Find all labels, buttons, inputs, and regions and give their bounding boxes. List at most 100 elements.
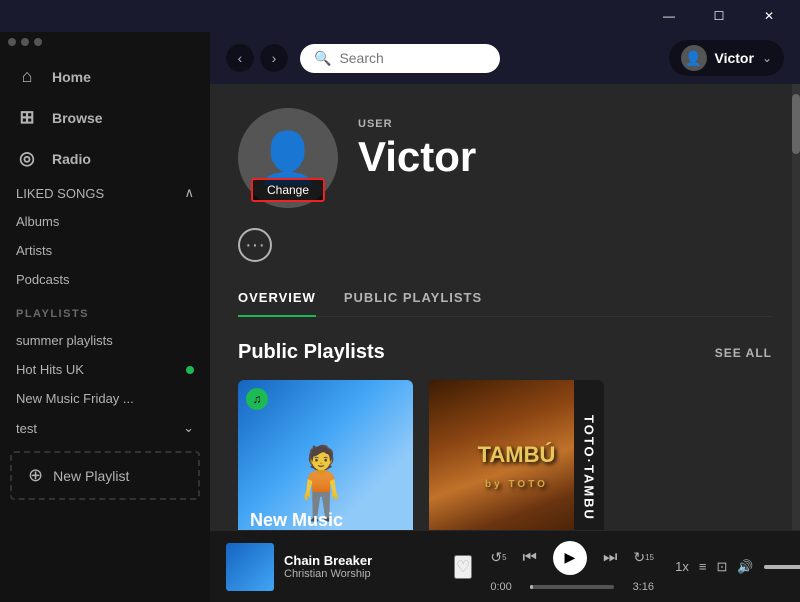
nav-radio-label: Radio xyxy=(52,151,91,167)
playlist-test-label: test xyxy=(16,421,37,436)
liked-songs-label: LIKED SONGS xyxy=(16,186,104,201)
card-bg-1: ♫ 🧍 New Music FRIDAY xyxy=(238,380,413,530)
card-side-text: TOTO·TAMBU xyxy=(574,380,604,530)
card-title-1: New Music xyxy=(250,511,401,530)
player-right-controls: 1x ≡ ⊡ 🔊 ⤢ xyxy=(664,559,800,575)
volume-fill xyxy=(764,565,800,569)
content-area: 👤 Change USER Victor ··· OVERVIEW PUBLIC… xyxy=(210,84,800,530)
card-image-2: TAMBÚby TOTO TOTO·TAMBU xyxy=(429,380,604,530)
profile-section: 👤 Change USER Victor xyxy=(238,108,772,208)
nav-arrows: ‹ › xyxy=(226,44,288,72)
change-photo-button[interactable]: Change xyxy=(251,178,325,202)
nav-browse[interactable]: ⊞ Browse xyxy=(0,97,210,138)
tabs: OVERVIEW PUBLIC PLAYLISTS xyxy=(238,280,772,317)
liked-songs-header[interactable]: LIKED SONGS ∧ xyxy=(0,179,210,207)
back-button[interactable]: ‹ xyxy=(226,44,254,72)
volume-button[interactable]: 🔊 xyxy=(737,559,753,575)
public-playlists-header: Public Playlists SEE ALL xyxy=(238,341,772,364)
plus-icon: ⊕ xyxy=(28,465,43,486)
sidebar-item-podcasts[interactable]: Podcasts xyxy=(0,265,210,294)
control-buttons: ↺5 ⏮ ▶ ⏭ ↻15 xyxy=(490,541,654,575)
right-area: ‹ › 🔍 👤 Victor ⌄ 👤 xyxy=(210,32,800,602)
nav-home[interactable]: ⌂ Home xyxy=(0,56,210,97)
album-title-tambu: TAMBÚby TOTO xyxy=(478,443,556,491)
maximize-button[interactable]: ☐ xyxy=(696,0,742,32)
chevron-down-icon: ⌄ xyxy=(183,420,194,436)
player-track-info: Chain Breaker Christian Worship xyxy=(284,553,444,580)
playlist-hot-hits[interactable]: Hot Hits UK xyxy=(0,355,210,384)
nav-browse-label: Browse xyxy=(52,110,103,126)
nav-home-label: Home xyxy=(52,69,91,85)
progress-track[interactable] xyxy=(530,585,614,589)
scrollbar-thumb[interactable] xyxy=(792,94,800,154)
play-pause-button[interactable]: ▶ xyxy=(553,541,587,575)
search-icon: 🔍 xyxy=(314,50,331,67)
track-name: Chain Breaker xyxy=(284,553,444,568)
scrollbar-track[interactable] xyxy=(792,84,800,530)
sidebar-item-artists[interactable]: Artists xyxy=(0,236,210,265)
browse-icon: ⊞ xyxy=(16,107,38,128)
playlist-test[interactable]: test ⌄ xyxy=(0,413,210,443)
spotify-logo-icon: ♫ xyxy=(246,388,268,410)
previous-button[interactable]: ⏮ xyxy=(523,549,537,567)
playlist-summer-label: summer playlists xyxy=(16,333,113,348)
fast-forward-button[interactable]: ↻15 xyxy=(633,549,654,566)
new-playlist-button[interactable]: ⊕ New Playlist xyxy=(10,451,200,500)
new-playlist-label: New Playlist xyxy=(53,468,129,484)
window-controls: — ☐ ✕ xyxy=(646,0,792,32)
collapse-icon: ∧ xyxy=(184,185,194,201)
tab-public-playlists[interactable]: PUBLIC PLAYLISTS xyxy=(344,280,482,317)
user-type-label: USER xyxy=(358,118,476,130)
vertical-text-toto: TOTO·TAMBU xyxy=(582,415,597,521)
dot2 xyxy=(21,38,29,46)
username-label: Victor xyxy=(715,50,754,66)
devices-button[interactable]: ⊡ xyxy=(716,559,727,575)
track-artist[interactable]: Christian Worship xyxy=(284,568,444,580)
see-all-button[interactable]: SEE ALL xyxy=(715,346,772,360)
volume-track[interactable] xyxy=(764,565,800,569)
green-dot-icon xyxy=(186,366,194,374)
next-button[interactable]: ⏭ xyxy=(603,549,617,567)
progress-fill xyxy=(530,585,533,589)
playlist-cards: ♫ 🧍 New Music FRIDAY xyxy=(238,380,772,530)
tab-overview[interactable]: OVERVIEW xyxy=(238,280,316,317)
more-options-button[interactable]: ··· xyxy=(238,228,272,262)
user-chevron-icon: ⌄ xyxy=(762,51,772,65)
card-new-music-friday[interactable]: ♫ 🧍 New Music FRIDAY xyxy=(238,380,413,530)
playlist-summer[interactable]: summer playlists xyxy=(0,326,210,355)
player: Chain Breaker Christian Worship ♡ ↺5 ⏮ ▶… xyxy=(210,530,800,602)
sidebar: ⌂ Home ⊞ Browse ◎ Radio LIKED SONGS ∧ Al… xyxy=(0,32,210,602)
playlist-new-music-friday[interactable]: New Music Friday ... xyxy=(0,384,210,413)
time-total: 3:16 xyxy=(622,581,654,593)
radio-icon: ◎ xyxy=(16,148,38,169)
public-playlists-title: Public Playlists xyxy=(238,341,385,364)
nav-radio[interactable]: ◎ Radio xyxy=(0,138,210,179)
minimize-button[interactable]: — xyxy=(646,0,692,32)
card-image-1: ♫ 🧍 New Music FRIDAY xyxy=(238,380,413,530)
home-icon: ⌂ xyxy=(16,66,38,87)
profile-avatar-wrap: 👤 Change xyxy=(238,108,338,208)
topbar: ‹ › 🔍 👤 Victor ⌄ xyxy=(210,32,800,84)
card-tambu[interactable]: TAMBÚby TOTO TOTO·TAMBU xyxy=(429,380,604,530)
sidebar-item-albums[interactable]: Albums xyxy=(0,207,210,236)
avatar: 👤 xyxy=(681,45,707,71)
user-area[interactable]: 👤 Victor ⌄ xyxy=(669,40,785,76)
search-box[interactable]: 🔍 xyxy=(300,44,500,73)
sidebar-dots xyxy=(0,32,210,56)
dot3 xyxy=(34,38,42,46)
queue-button[interactable]: ≡ xyxy=(699,559,707,574)
search-input[interactable] xyxy=(339,50,479,66)
rewind-button[interactable]: ↺5 xyxy=(490,549,506,566)
card-overlay-1: New Music FRIDAY xyxy=(238,499,413,530)
progress-bar-wrap: 0:00 3:16 xyxy=(490,581,654,593)
close-button[interactable]: ✕ xyxy=(746,0,792,32)
playlist-new-music-friday-label: New Music Friday ... xyxy=(16,391,134,406)
speed-button[interactable]: 1x xyxy=(675,559,689,574)
profile-info: USER Victor xyxy=(358,108,476,180)
app-container: ⌂ Home ⊞ Browse ◎ Radio LIKED SONGS ∧ Al… xyxy=(0,32,800,602)
dot1 xyxy=(8,38,16,46)
heart-button[interactable]: ♡ xyxy=(454,555,472,579)
forward-button[interactable]: › xyxy=(260,44,288,72)
playlists-section-label: PLAYLISTS xyxy=(0,294,210,326)
player-controls: ↺5 ⏮ ▶ ⏭ ↻15 0:00 3:16 xyxy=(490,541,654,593)
